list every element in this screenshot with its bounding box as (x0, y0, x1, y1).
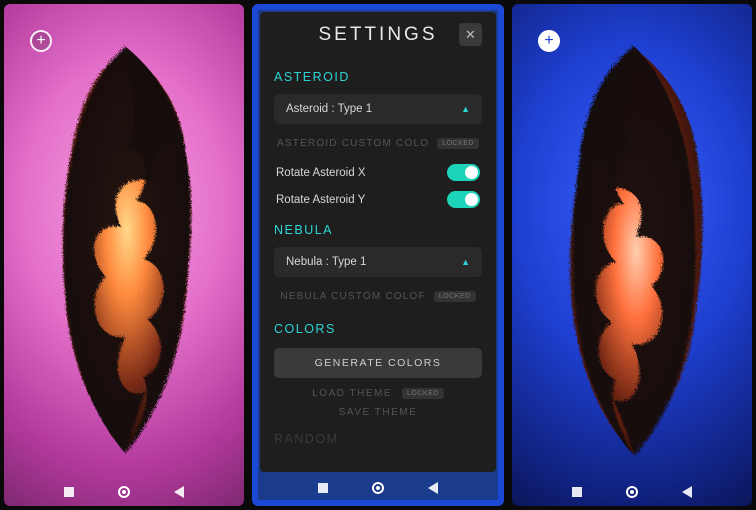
section-header-colors: COLORS (274, 322, 482, 336)
asteroid-graphic (34, 34, 214, 466)
nebula-custom-color-label: NEBULA CUSTOM COLOF (280, 291, 425, 302)
load-theme-label: LOAD THEME (312, 388, 392, 399)
nav-back-icon[interactable] (174, 486, 184, 498)
locked-badge: LOCKED (434, 291, 476, 302)
section-header-asteroid: ASTEROID (274, 70, 482, 84)
rotate-y-label: Rotate Asteroid Y (276, 194, 365, 206)
android-nav-bar (258, 482, 498, 494)
settings-title: SETTINGS (318, 24, 437, 46)
rotate-x-label: Rotate Asteroid X (276, 167, 366, 179)
rotate-x-toggle[interactable] (447, 164, 480, 181)
nav-back-icon[interactable] (682, 486, 692, 498)
asteroid-custom-color-label: ASTEROID CUSTOM COLO (277, 138, 429, 149)
asteroid-type-dropdown[interactable]: Asteroid : Type 1 ▲ (274, 94, 482, 124)
locked-badge: LOCKED (437, 138, 479, 149)
save-theme-locked: SAVE THEME (274, 403, 482, 422)
nav-back-icon[interactable] (428, 482, 438, 494)
nebula-type-dropdown[interactable]: Nebula : Type 1 ▲ (274, 247, 482, 277)
nav-home-icon[interactable] (626, 486, 638, 498)
locked-badge: LOCKED (402, 388, 444, 399)
nebula-dropdown-value: Nebula : Type 1 (286, 256, 366, 268)
rotate-y-toggle[interactable] (447, 191, 480, 208)
preview-phone-left: + (4, 4, 244, 506)
save-theme-label: SAVE THEME (339, 407, 418, 418)
nav-home-icon[interactable] (118, 486, 130, 498)
status-bar (512, 4, 752, 18)
status-bar (4, 4, 244, 18)
settings-panel: SETTINGS ✕ ASTEROID Asteroid : Type 1 ▲ … (260, 12, 496, 472)
asteroid-custom-color-locked: ASTEROID CUSTOM COLO LOCKED (274, 132, 482, 159)
section-header-nebula: NEBULA (274, 223, 482, 237)
load-theme-locked: LOAD THEME LOCKED (274, 378, 482, 403)
chevron-up-icon: ▲ (461, 104, 470, 114)
nebula-custom-color-locked: NEBULA CUSTOM COLOF LOCKED (274, 285, 482, 312)
close-button[interactable]: ✕ (459, 23, 482, 46)
generate-colors-button[interactable]: GENERATE COLORS (274, 348, 482, 378)
chevron-up-icon: ▲ (461, 257, 470, 267)
preview-phone-right: + (512, 4, 752, 506)
nav-recent-icon[interactable] (318, 483, 328, 493)
android-nav-bar (512, 486, 752, 498)
section-header-random: RANDOM (274, 432, 482, 446)
nav-home-icon[interactable] (372, 482, 384, 494)
close-icon: ✕ (465, 27, 476, 43)
android-nav-bar (4, 486, 244, 498)
nav-recent-icon[interactable] (572, 487, 582, 497)
asteroid-dropdown-value: Asteroid : Type 1 (286, 103, 372, 115)
settings-phone: SETTINGS ✕ ASTEROID Asteroid : Type 1 ▲ … (252, 4, 504, 506)
nav-recent-icon[interactable] (64, 487, 74, 497)
asteroid-graphic (542, 34, 722, 466)
